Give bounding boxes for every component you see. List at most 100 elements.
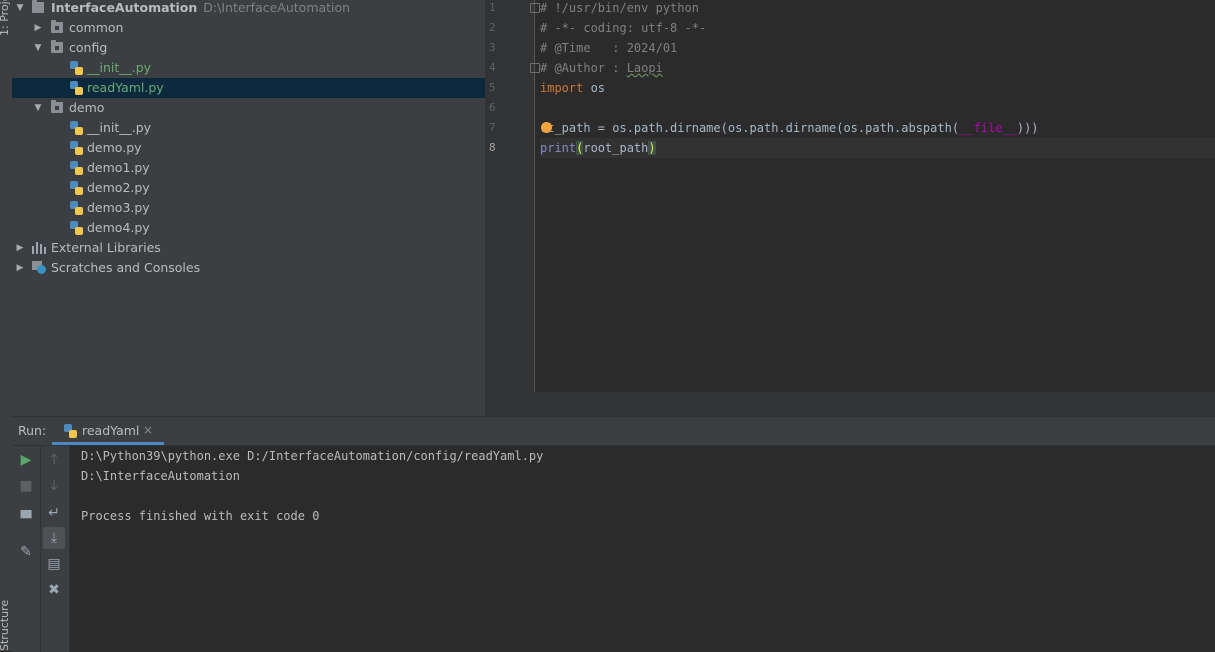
tree-item-label: External Libraries	[51, 240, 161, 255]
tree-item-demo3[interactable]: demo3.py	[12, 198, 485, 218]
restore-layout-icon[interactable]: ▀	[15, 508, 37, 530]
code-line-1: # !/usr/bin/env python	[540, 1, 699, 15]
code-line-4: # @Author : Laopi	[540, 58, 1215, 78]
tree-item-label: __init__.py	[87, 60, 152, 75]
tree-item-demo1[interactable]: demo1.py	[12, 158, 485, 178]
builtin-function: print	[540, 141, 577, 155]
tree-item-demo-py[interactable]: demo.py	[12, 138, 485, 158]
code-editor[interactable]: 1 2 3 4 5 6 7 8 # !/usr/bin/env python #…	[485, 0, 1215, 416]
collapse-arrow-icon[interactable]: ▶	[15, 238, 25, 258]
tree-item-readyaml[interactable]: readYaml.py	[12, 78, 485, 98]
stop-icon[interactable]: ■	[15, 475, 37, 497]
pin-icon[interactable]: ✎	[15, 541, 37, 563]
close-icon[interactable]: ×	[143, 417, 153, 444]
line-number: 8	[489, 141, 496, 154]
project-tree-panel: ▼ InterfaceAutomation D:\InterfaceAutomat…	[12, 0, 485, 416]
tree-item-label: demo2.py	[87, 180, 150, 195]
author-prefix: # @Author :	[540, 61, 627, 75]
folder-icon	[32, 0, 44, 13]
editor-gutter: 1 2 3 4 5 6 7 8	[485, 0, 540, 392]
expand-arrow-icon[interactable]: ▼	[33, 38, 43, 58]
tree-item-label: demo.py	[87, 140, 142, 155]
tree-item-label: demo	[69, 100, 105, 115]
python-file-icon	[64, 424, 77, 438]
tree-item-label: config	[69, 40, 108, 55]
tree-item-demo4[interactable]: demo4.py	[12, 218, 485, 238]
tree-item-common[interactable]: ▶ common	[12, 18, 485, 38]
run-header: Run: readYaml ×	[12, 417, 1215, 446]
line-number: 1	[489, 1, 496, 14]
line-number: 7	[489, 121, 496, 134]
run-tab-label: readYaml	[82, 423, 140, 438]
fold-marker-icon[interactable]	[530, 3, 540, 13]
code-line-8: print(root_path)	[540, 138, 1215, 158]
soft-wrap-icon[interactable]: ↵	[43, 502, 65, 524]
arrow-up-icon[interactable]: ↑	[43, 449, 65, 471]
line-number: 4	[489, 61, 496, 74]
trash-icon[interactable]: ✖	[43, 579, 65, 601]
console-line: Process finished with exit code 0	[81, 509, 320, 523]
tree-item-config-init[interactable]: __init__.py	[12, 58, 485, 78]
toolbar-divider	[40, 446, 41, 652]
code-text: root_path	[583, 141, 649, 155]
import-keyword: import	[540, 81, 584, 95]
code-text: t_path = os.path.dirname(os.path.dirname…	[547, 121, 960, 135]
tree-item-label: demo4.py	[87, 220, 150, 235]
play-icon[interactable]: ▶	[15, 449, 37, 471]
python-file-icon	[70, 221, 83, 235]
console-line: D:\Python39\python.exe D:/InterfaceAutom…	[81, 449, 544, 463]
run-tool-window: Run: readYaml × ▶ ↑ ■ ↓ ▀ ↵ ⤓ ✎ ▤ ✖ D:\P…	[12, 416, 1215, 652]
active-tab-indicator	[52, 442, 164, 445]
python-file-icon	[70, 141, 83, 155]
console-line: D:\InterfaceAutomation	[81, 469, 240, 483]
tree-root-row[interactable]: ▼ InterfaceAutomation D:\InterfaceAutomat…	[12, 0, 485, 18]
tree-item-demo2[interactable]: demo2.py	[12, 178, 485, 198]
tree-item-label: common	[69, 20, 124, 35]
tree-item-label: demo3.py	[87, 200, 150, 215]
project-path: D:\InterfaceAutomation	[203, 0, 351, 15]
project-tool-tab[interactable]: 1: Project	[0, 0, 11, 36]
scratches-icon	[32, 261, 47, 275]
line-number: 6	[489, 101, 496, 114]
python-file-icon	[70, 61, 83, 75]
arrow-down-icon[interactable]: ↓	[43, 475, 65, 497]
python-file-icon	[70, 121, 83, 135]
author-name: Laopi	[626, 61, 663, 75]
project-name: InterfaceAutomation	[51, 0, 198, 15]
code-line-5: import os	[540, 78, 1215, 98]
expand-arrow-icon[interactable]: ▼	[33, 98, 43, 118]
tree-item-label: demo1.py	[87, 160, 150, 175]
collapse-arrow-icon[interactable]: ▶	[15, 258, 25, 278]
collapse-arrow-icon[interactable]: ▶	[33, 18, 43, 38]
code-line-3: # @Time : 2024/01	[540, 41, 678, 55]
editor-horizontal-scroll-area[interactable]	[485, 392, 1215, 416]
console-output[interactable]: D:\Python39\python.exe D:/InterfaceAutom…	[81, 446, 1215, 652]
module-name: os	[583, 81, 606, 95]
magic-variable: __file__	[959, 121, 1017, 135]
scroll-to-end-icon[interactable]: ⤓	[43, 527, 65, 549]
tree-item-config[interactable]: ▼ config	[12, 38, 485, 58]
run-title: Run:	[18, 423, 47, 438]
line-number: 3	[489, 41, 496, 54]
run-toolbar: ▶ ↑ ■ ↓ ▀ ↵ ⤓ ✎ ▤ ✖	[12, 446, 70, 652]
code-line-2: # -*- coding: utf-8 -*-	[540, 21, 707, 35]
structure-tool-tab[interactable]: Structure	[0, 600, 11, 651]
expand-arrow-icon[interactable]: ▼	[15, 0, 25, 18]
tree-item-demo[interactable]: ▼ demo	[12, 98, 485, 118]
bracket-match: )	[648, 141, 656, 155]
fold-marker-icon[interactable]	[530, 63, 540, 73]
python-file-icon	[70, 181, 83, 195]
python-file-icon	[70, 161, 83, 175]
code-line-7: rt_path = os.path.dirname(os.path.dirnam…	[540, 118, 1215, 138]
python-file-icon	[70, 201, 83, 215]
tree-item-external-libraries[interactable]: ▶ External Libraries	[12, 238, 485, 258]
tree-item-scratches[interactable]: ▶ Scratches and Consoles	[12, 258, 485, 278]
run-tab-readyaml[interactable]: readYaml ×	[52, 417, 164, 445]
tree-item-label: __init__.py	[87, 120, 152, 135]
line-number: 5	[489, 81, 496, 94]
python-file-icon	[70, 81, 83, 95]
library-icon	[32, 242, 46, 254]
tree-item-demo-init[interactable]: __init__.py	[12, 118, 485, 138]
print-icon[interactable]: ▤	[43, 553, 65, 575]
